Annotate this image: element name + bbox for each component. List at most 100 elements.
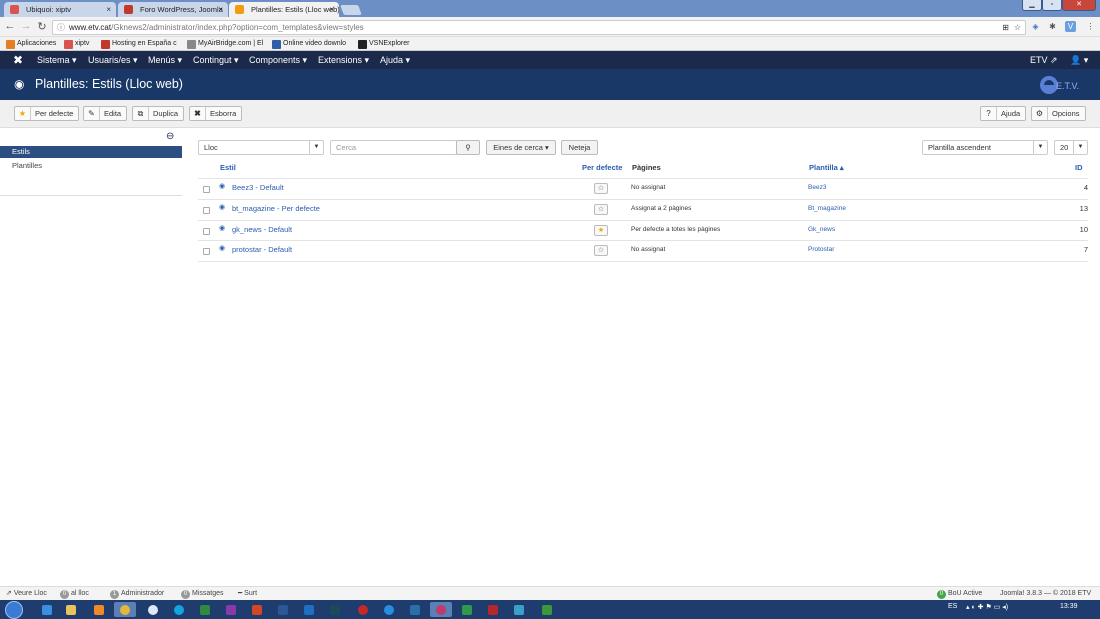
reload-icon[interactable]: ↻ bbox=[36, 20, 48, 33]
bookmark-vsnexplorer[interactable]: VSNExplorer bbox=[358, 38, 409, 50]
set-default-star-icon[interactable]: ☆ bbox=[594, 183, 608, 194]
row-checkbox[interactable] bbox=[203, 228, 210, 235]
row-checkbox[interactable] bbox=[203, 207, 210, 214]
set-default-star-icon[interactable]: ☆ bbox=[594, 204, 608, 215]
taskbar-excel-icon[interactable] bbox=[194, 602, 216, 617]
sidebar-item-plantilles[interactable]: Plantilles bbox=[12, 161, 42, 170]
help-button[interactable]: ? Ajuda bbox=[980, 106, 1027, 121]
taskbar-ie-icon[interactable] bbox=[36, 602, 58, 617]
duplicate-button[interactable]: ⧉ Duplica bbox=[132, 106, 185, 121]
template-link[interactable]: Gk_news bbox=[808, 226, 835, 233]
template-link[interactable]: Bt_magazine bbox=[808, 205, 846, 212]
menu-extensions[interactable]: Extensions ▾ bbox=[318, 51, 369, 69]
clear-button[interactable]: Neteja bbox=[561, 140, 598, 155]
taskbar-app4-icon[interactable] bbox=[536, 602, 558, 617]
style-link[interactable]: bt_magazine - Per defecte bbox=[232, 204, 320, 213]
maximize-button[interactable]: ▫ bbox=[1042, 0, 1062, 11]
column-header-id[interactable]: ID bbox=[1075, 163, 1083, 172]
taskbar-skype-icon[interactable] bbox=[168, 602, 190, 617]
tab-close-icon[interactable]: × bbox=[218, 2, 223, 17]
taskbar-app2-icon[interactable] bbox=[456, 602, 478, 617]
tab-close-icon[interactable]: × bbox=[106, 2, 111, 17]
preview-eye-icon[interactable]: ◉ bbox=[219, 203, 225, 211]
row-checkbox[interactable] bbox=[203, 186, 210, 193]
bookmark-hosting[interactable]: Hosting en España c bbox=[101, 38, 177, 50]
preview-eye-icon[interactable]: ◉ bbox=[219, 182, 225, 190]
extension-puzzle-icon[interactable]: ✱ bbox=[1047, 21, 1058, 32]
menu-contingut[interactable]: Contingut ▾ bbox=[193, 51, 239, 69]
style-link[interactable]: Beez3 - Default bbox=[232, 183, 284, 192]
template-link[interactable]: Protostar bbox=[808, 246, 834, 253]
location-select[interactable]: Lloc ▼ bbox=[198, 140, 324, 155]
taskbar-app-icon[interactable] bbox=[142, 602, 164, 617]
back-icon[interactable]: ← bbox=[4, 20, 16, 32]
preview-eye-icon[interactable]: ◉ bbox=[219, 224, 225, 232]
list-limit-select[interactable]: 20 ▼ bbox=[1054, 140, 1088, 155]
clock[interactable]: 13:39 bbox=[1060, 603, 1078, 610]
browser-tab-active[interactable]: Plantilles: Estils (Lloc web) × bbox=[229, 2, 339, 17]
style-link[interactable]: protostar - Default bbox=[232, 245, 292, 254]
search-button[interactable]: ⚲ bbox=[456, 140, 480, 155]
taskbar-outlook-icon[interactable] bbox=[298, 602, 320, 617]
info-icon[interactable]: ⓘ bbox=[57, 21, 65, 34]
edit-button[interactable]: ✎ Edita bbox=[83, 106, 128, 121]
delete-button[interactable]: ✖ Esborra bbox=[189, 106, 243, 121]
taskbar-media-icon[interactable] bbox=[88, 602, 110, 617]
preview-eye-icon[interactable]: ◉ bbox=[219, 244, 225, 252]
bookmark-xiptv[interactable]: xiptv bbox=[64, 38, 89, 50]
bou-status[interactable]: 0 BoU Active bbox=[937, 587, 982, 600]
messages-link[interactable]: 0 Missatges bbox=[181, 587, 224, 600]
user-menu-icon[interactable]: 👤 ▾ bbox=[1070, 51, 1088, 69]
taskbar-app3-icon[interactable] bbox=[508, 602, 530, 617]
bookmark-star-icon[interactable]: ☆ bbox=[1014, 21, 1021, 34]
bookmark-apps[interactable]: Aplicaciones bbox=[6, 38, 56, 50]
chrome-menu-icon[interactable]: ⋮ bbox=[1085, 21, 1096, 32]
menu-ajuda[interactable]: Ajuda ▾ bbox=[380, 51, 410, 69]
taskbar-filezilla-icon[interactable] bbox=[482, 602, 504, 617]
site-name-link[interactable]: ETV ⇗ bbox=[1030, 51, 1058, 69]
start-button[interactable] bbox=[5, 601, 23, 619]
bookmark-online-video[interactable]: Online video downlo bbox=[272, 38, 346, 50]
taskbar-record-icon[interactable] bbox=[352, 602, 374, 617]
extension-shield-icon[interactable]: ◈ bbox=[1030, 21, 1041, 32]
taskbar-onenote-icon[interactable] bbox=[220, 602, 242, 617]
options-button[interactable]: ⚙ Opcions bbox=[1031, 106, 1086, 121]
taskbar-word-icon[interactable] bbox=[272, 602, 294, 617]
minimize-button[interactable]: ▁ bbox=[1022, 0, 1042, 11]
default-star-icon[interactable]: ★ bbox=[594, 225, 608, 236]
menu-usuaris[interactable]: Usuaris/es ▾ bbox=[88, 51, 138, 69]
logout-link[interactable]: ━ Surt bbox=[238, 587, 257, 600]
view-site-link[interactable]: ⇗ Veure Lloc bbox=[6, 587, 47, 600]
forward-icon[interactable]: → bbox=[20, 20, 32, 32]
taskbar-itunes-icon[interactable] bbox=[430, 602, 452, 617]
template-link[interactable]: Beez3 bbox=[808, 184, 826, 191]
collapse-sidebar-icon[interactable]: ⊖ bbox=[166, 131, 174, 142]
menu-sistema[interactable]: Sistema ▾ bbox=[37, 51, 77, 69]
translate-icon[interactable]: ⊞ bbox=[1002, 21, 1009, 34]
column-header-default[interactable]: Per defecte bbox=[582, 163, 622, 172]
bookmark-myairbridge[interactable]: MyAirBridge.com | El bbox=[187, 38, 263, 50]
column-header-style[interactable]: Estil bbox=[220, 163, 236, 172]
style-link[interactable]: gk_news - Default bbox=[232, 225, 292, 234]
ordering-select[interactable]: Plantilla ascendent ▼ bbox=[922, 140, 1048, 155]
set-default-star-icon[interactable]: ☆ bbox=[594, 245, 608, 256]
browser-tab[interactable]: Ubiquoi: xiptv × bbox=[4, 2, 116, 17]
sidebar-item-estils[interactable]: Estils bbox=[0, 146, 182, 158]
taskbar-edge-icon[interactable] bbox=[378, 602, 400, 617]
new-tab-button[interactable] bbox=[340, 5, 362, 15]
column-header-template[interactable]: Plantilla ▴ bbox=[809, 163, 844, 172]
tab-close-icon[interactable]: × bbox=[329, 2, 334, 17]
url-input[interactable]: ⓘ www.etv.cat/Gknews2/administrator/inde… bbox=[52, 20, 1026, 35]
row-checkbox[interactable] bbox=[203, 248, 210, 255]
menu-menus[interactable]: Menús ▾ bbox=[148, 51, 182, 69]
taskbar-photoshop-icon[interactable] bbox=[324, 602, 346, 617]
default-button[interactable]: ★ Per defecte bbox=[14, 106, 80, 121]
close-window-button[interactable]: ✕ bbox=[1062, 0, 1096, 11]
language-indicator[interactable]: ES bbox=[948, 603, 957, 610]
taskbar-v-icon[interactable] bbox=[404, 602, 426, 617]
browser-tab[interactable]: Foro WordPress, Joomla × bbox=[118, 2, 228, 17]
tray-icons[interactable]: ▴ ◐ ✚ ⚑ ▭ ◂) bbox=[966, 603, 1008, 611]
search-input[interactable]: Cerca bbox=[330, 140, 457, 155]
menu-components[interactable]: Components ▾ bbox=[249, 51, 307, 69]
joomla-logo-icon[interactable]: ✖ bbox=[13, 53, 23, 67]
